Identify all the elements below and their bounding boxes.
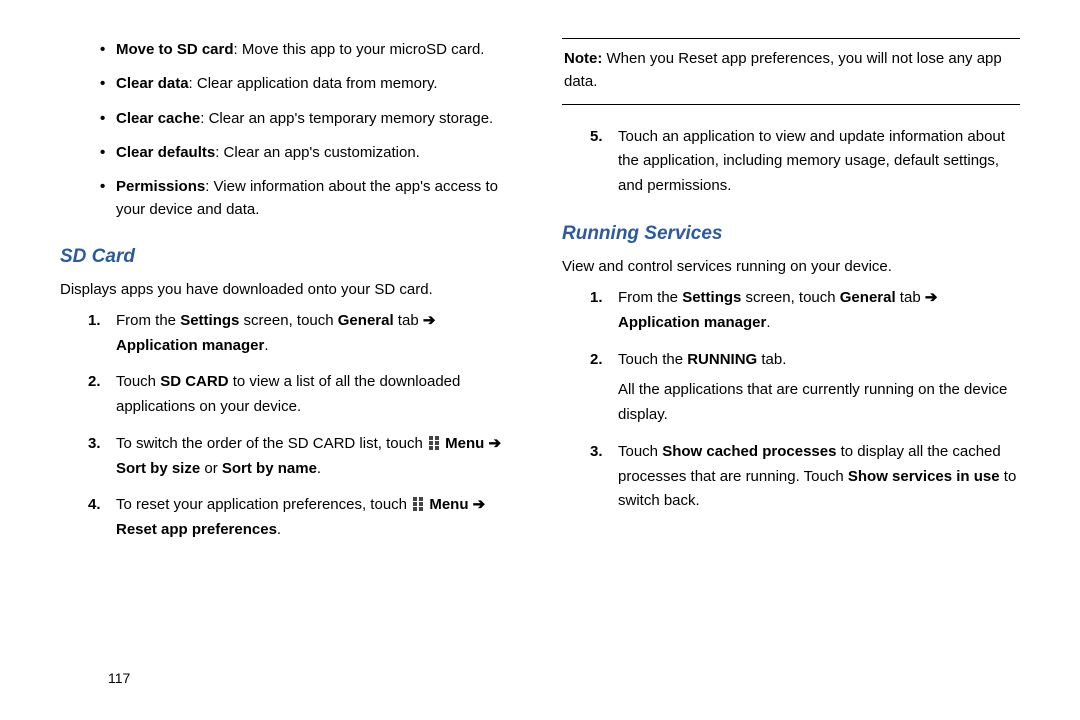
note-divider-bottom xyxy=(562,104,1020,105)
bullet-bold: Permissions xyxy=(116,178,205,195)
step-number: 3. xyxy=(88,432,101,457)
step-bold: Sort by size xyxy=(116,460,200,477)
section-intro: Displays apps you have downloaded onto y… xyxy=(60,278,518,301)
step-bold: Application manager xyxy=(618,314,766,331)
arrow-icon: ➔ xyxy=(484,435,501,452)
note-block: Note: When you Reset app preferences, yo… xyxy=(562,47,1020,94)
step-bold: General xyxy=(840,289,896,306)
step-number: 2. xyxy=(590,348,603,373)
step-text: tab xyxy=(394,312,423,329)
step-bold: Reset app preferences xyxy=(116,521,277,538)
arrow-icon: ➔ xyxy=(423,312,436,329)
step-number: 4. xyxy=(88,493,101,518)
step-text: tab. xyxy=(757,351,786,368)
step-text: . xyxy=(317,460,321,477)
step-item: 3. To switch the order of the SD CARD li… xyxy=(116,432,518,482)
bullet-text: : Move this app to your microSD card. xyxy=(234,41,485,58)
step-text: From the xyxy=(116,312,180,329)
step-text: screen, touch xyxy=(741,289,839,306)
step-number: 3. xyxy=(590,440,603,465)
step-text: or xyxy=(200,460,222,477)
step-bold: Application manager xyxy=(116,337,264,354)
note-body: When you Reset app preferences, you will… xyxy=(564,50,1002,90)
step-bold: Settings xyxy=(180,312,239,329)
step-bold: General xyxy=(338,312,394,329)
step-text: tab xyxy=(896,289,925,306)
section-intro: View and control services running on you… xyxy=(562,255,1020,278)
bullet-text: : Clear application data from memory. xyxy=(189,75,438,92)
step-text: To switch the order of the SD CARD list,… xyxy=(116,435,427,452)
step-item: 1. From the Settings screen, touch Gener… xyxy=(618,286,1020,336)
step-text: From the xyxy=(618,289,682,306)
step-item: 2. Touch SD CARD to view a list of all t… xyxy=(116,370,518,420)
step-text: . xyxy=(264,337,268,354)
step-item: 4. To reset your application preferences… xyxy=(116,493,518,543)
step-text: Touch xyxy=(116,373,160,390)
bullet-bold: Clear defaults xyxy=(116,144,215,161)
section-heading-sd-card: SD Card xyxy=(60,246,518,268)
step-bold: Settings xyxy=(682,289,741,306)
note-label: Note: xyxy=(564,50,602,67)
step-item: 5. Touch an application to view and upda… xyxy=(618,125,1020,199)
bullet-bold: Move to SD card xyxy=(116,41,234,58)
left-column: Move to SD card: Move this app to your m… xyxy=(60,38,518,555)
step-bold: Menu xyxy=(441,435,484,452)
numbered-list: 1. From the Settings screen, touch Gener… xyxy=(562,286,1020,514)
step-text: Touch the xyxy=(618,351,687,368)
step-number: 5. xyxy=(590,125,603,150)
bullet-text: : Clear an app's customization. xyxy=(215,144,420,161)
bullet-text: : Clear an app's temporary memory storag… xyxy=(200,110,493,127)
step-bold: RUNNING xyxy=(687,351,757,368)
right-column: Note: When you Reset app preferences, yo… xyxy=(562,38,1020,555)
step-bold: SD CARD xyxy=(160,373,228,390)
step-number: 1. xyxy=(590,286,603,311)
bullet-item: Clear defaults: Clear an app's customiza… xyxy=(116,141,518,164)
step-text: . xyxy=(277,521,281,538)
step-number: 2. xyxy=(88,370,101,395)
step-number: 1. xyxy=(88,309,101,334)
step-text: Touch xyxy=(618,443,662,460)
step-text: Touch an application to view and update … xyxy=(618,128,1005,195)
menu-icon xyxy=(429,436,439,450)
step-bold: Show services in use xyxy=(848,468,1000,485)
bullet-item: Clear data: Clear application data from … xyxy=(116,72,518,95)
step-bold: Sort by name xyxy=(222,460,317,477)
step-text: All the applications that are currently … xyxy=(618,381,1007,423)
step-item: 3. Touch Show cached processes to displa… xyxy=(618,440,1020,514)
bullet-item: Permissions: View information about the … xyxy=(116,175,518,222)
bullet-item: Move to SD card: Move this app to your m… xyxy=(116,38,518,61)
step-item: 1. From the Settings screen, touch Gener… xyxy=(116,309,518,359)
section-heading-running-services: Running Services xyxy=(562,223,1020,245)
step-text: . xyxy=(766,314,770,331)
step-bold: Show cached processes xyxy=(662,443,836,460)
step-text: screen, touch xyxy=(239,312,337,329)
page-number: 117 xyxy=(108,670,130,686)
bullet-item: Clear cache: Clear an app's temporary me… xyxy=(116,107,518,130)
bullet-list: Move to SD card: Move this app to your m… xyxy=(60,38,518,222)
bullet-bold: Clear cache xyxy=(116,110,200,127)
menu-icon xyxy=(413,497,423,511)
step-bold: Menu xyxy=(425,496,468,513)
arrow-icon: ➔ xyxy=(469,496,486,513)
step-item: 2. Touch the RUNNING tab. All the applic… xyxy=(618,348,1020,428)
bullet-bold: Clear data xyxy=(116,75,189,92)
step-text: To reset your application preferences, t… xyxy=(116,496,411,513)
arrow-icon: ➔ xyxy=(925,289,938,306)
note-divider-top xyxy=(562,38,1020,39)
numbered-list: 1. From the Settings screen, touch Gener… xyxy=(60,309,518,543)
numbered-list: 5. Touch an application to view and upda… xyxy=(562,125,1020,199)
